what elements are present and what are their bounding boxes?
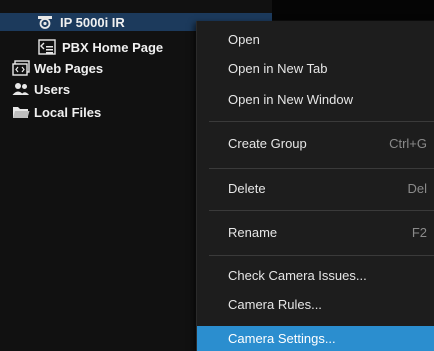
tree-item-users[interactable]: Users (12, 80, 70, 98)
menu-item-open-new-tab[interactable]: Open in New Tab (197, 56, 434, 80)
menu-item-shortcut: Del (407, 180, 427, 196)
menu-separator (209, 255, 434, 256)
menu-separator (209, 168, 434, 169)
tree-item-label: Users (34, 81, 71, 97)
window-title-strip (272, 0, 434, 20)
menu-item-label: Camera Settings... (228, 331, 336, 346)
menu-item-label: Open in New Tab (228, 60, 328, 76)
tree-item-pbx-home-page[interactable]: PBX Home Page (38, 38, 163, 56)
context-menu: Open Open in New Tab Open in New Window … (196, 21, 434, 351)
menu-separator (209, 210, 434, 211)
tree-item-web-pages[interactable]: Web Pages (12, 59, 103, 77)
menu-item-open-new-window[interactable]: Open in New Window (197, 87, 434, 111)
menu-separator (209, 121, 434, 122)
menu-item-label: Camera Rules... (228, 296, 322, 312)
menu-item-label: Open in New Window (228, 91, 353, 107)
menu-item-label: Rename (228, 224, 278, 240)
users-icon (12, 81, 30, 97)
menu-item-label: Check Camera Issues... (228, 267, 367, 283)
menu-item-camera-settings[interactable]: Camera Settings... (197, 326, 434, 351)
tree-item-label: Web Pages (34, 60, 104, 76)
web-pages-icon (12, 60, 30, 76)
menu-item-label: Delete (228, 180, 266, 196)
menu-item-open[interactable]: Open (197, 27, 434, 51)
camera-icon (36, 14, 54, 30)
menu-item-create-group[interactable]: Create Group Ctrl+G (197, 131, 434, 155)
menu-item-label: Create Group (228, 135, 307, 151)
menu-item-label: Open (228, 31, 260, 47)
menu-item-check-camera-issues[interactable]: Check Camera Issues... (197, 263, 434, 287)
menu-item-shortcut: Ctrl+G (389, 135, 427, 151)
tree-item-label: Local Files (34, 104, 102, 120)
menu-item-camera-rules[interactable]: Camera Rules... (197, 292, 434, 316)
menu-item-shortcut: F2 (411, 224, 427, 240)
menu-item-delete[interactable]: Delete Del (197, 176, 434, 200)
folder-icon (12, 104, 30, 120)
tree-item-label: PBX Home Page (62, 39, 164, 55)
menu-item-rename[interactable]: Rename F2 (197, 220, 434, 244)
screen: IP 5000i IR PBX Home Page Web Pages User… (0, 0, 434, 351)
tree-item-local-files[interactable]: Local Files (12, 103, 101, 121)
tree-item-label: IP 5000i IR (60, 14, 125, 30)
webpage-icon (38, 39, 56, 55)
